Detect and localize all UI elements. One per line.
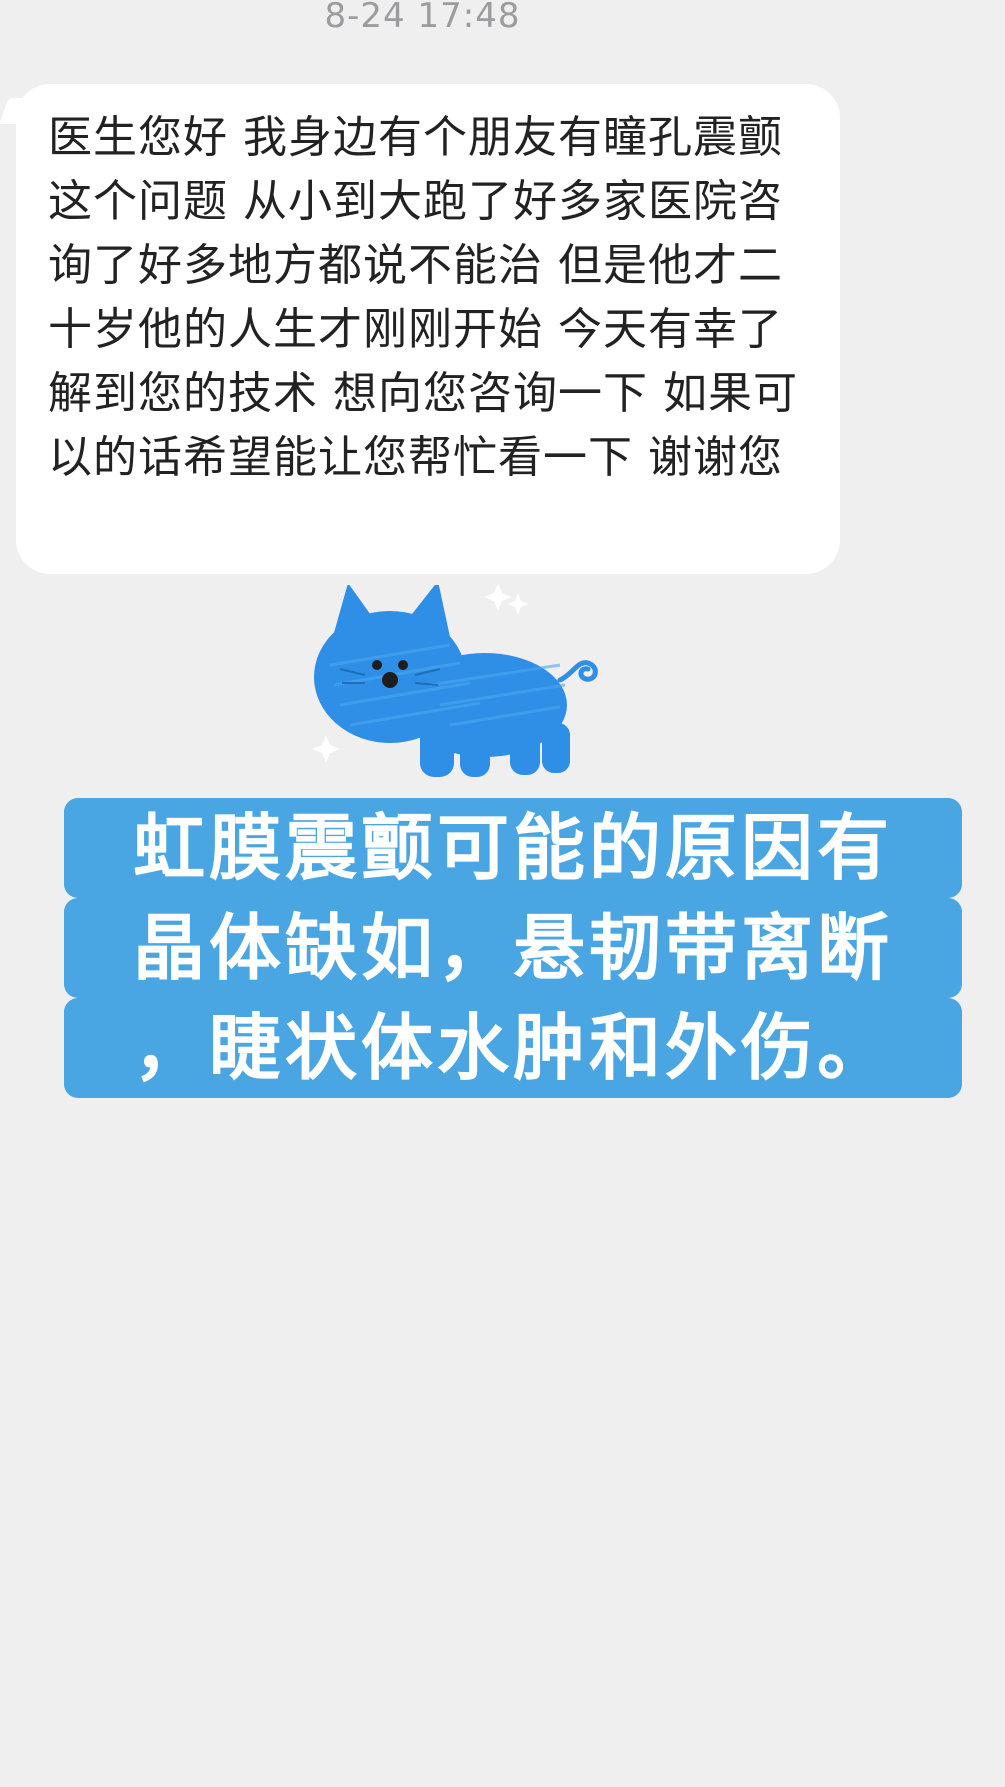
caption-line: ，睫状体水肿和外伤。 — [64, 998, 962, 1098]
message-text: 医生您好 我身边有个朋友有瞳孔震颤这个问题 从小到大跑了好多家医院咨询了好多地方… — [48, 112, 798, 483]
caption-line: 虹膜震颤可能的原因有 — [64, 798, 962, 898]
caption-overlay: 虹膜震颤可能的原因有 晶体缺如，悬韧带离断 ，睫状体水肿和外伤。 — [64, 798, 962, 1098]
caption-line: 晶体缺如，悬韧带离断 — [64, 898, 962, 998]
blue-cat-sticker-icon — [312, 585, 598, 777]
incoming-message-bubble[interactable]: 医生您好 我身边有个朋友有瞳孔震颤这个问题 从小到大跑了好多家医院咨询了好多地方… — [16, 84, 840, 574]
message-timestamp: 8-24 17:48 — [324, 0, 521, 36]
